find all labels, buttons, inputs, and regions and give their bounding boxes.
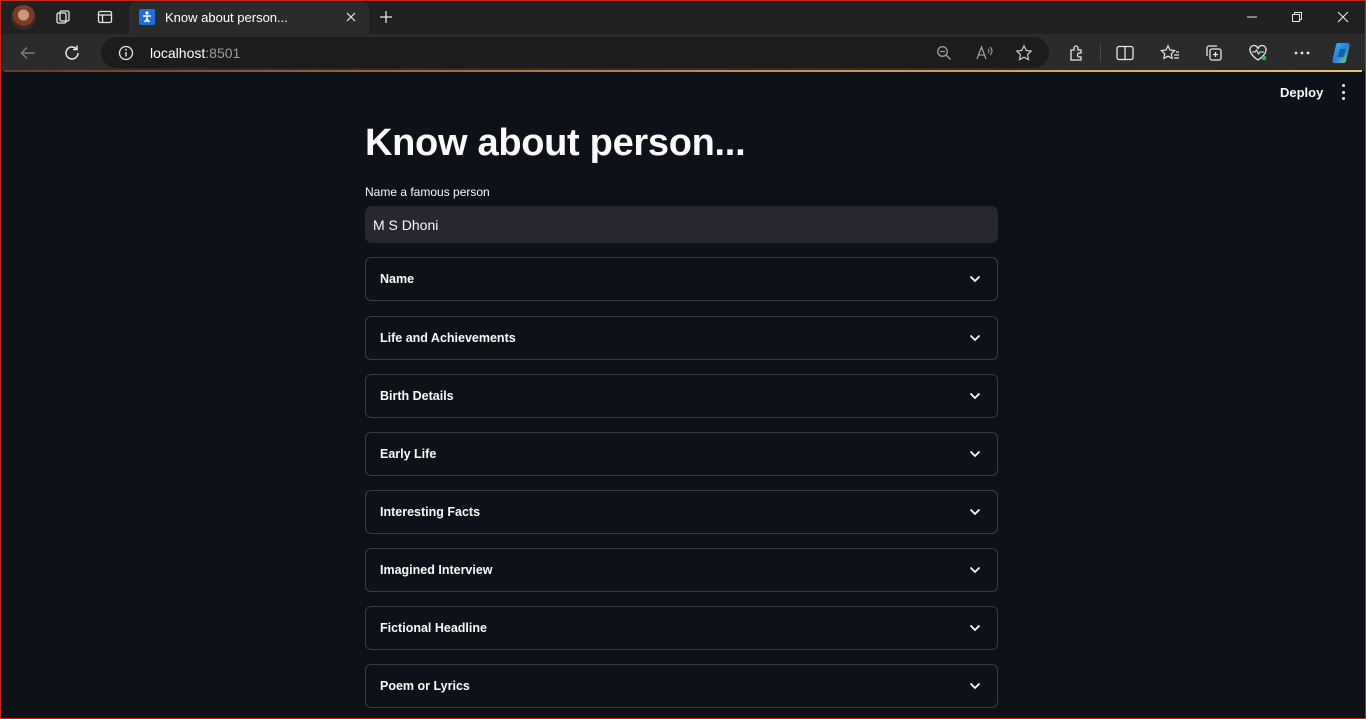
expander-label: Life and Achievements	[380, 331, 516, 345]
chevron-down-icon	[967, 562, 983, 578]
streamlit-favicon-icon	[139, 9, 155, 25]
browser-essentials-icon[interactable]	[1245, 40, 1271, 66]
profile-avatar[interactable]	[11, 5, 36, 30]
copilot-icon[interactable]	[1330, 40, 1356, 66]
expander-early-life[interactable]: Early Life	[365, 432, 998, 476]
address-bar[interactable]: localhost:8501	[101, 37, 1049, 68]
page-title: Know about person...	[365, 122, 746, 164]
tab-actions-icon[interactable]	[93, 6, 117, 28]
expander-label: Birth Details	[380, 389, 454, 403]
tab-strip: Know about person...	[1, 1, 1365, 34]
expander-fictional-headline[interactable]: Fictional Headline	[365, 606, 998, 650]
chevron-down-icon	[967, 388, 983, 404]
expander-imagined-interview[interactable]: Imagined Interview	[365, 548, 998, 592]
toolbar-separator	[1100, 44, 1101, 62]
expander-label: Poem or Lyrics	[380, 679, 470, 693]
new-tab-icon[interactable]	[374, 6, 398, 28]
more-icon[interactable]	[1289, 40, 1315, 66]
chevron-down-icon	[967, 504, 983, 520]
expander-label: Name	[380, 272, 415, 286]
close-tab-icon[interactable]	[341, 7, 361, 27]
info-icon[interactable]	[113, 40, 139, 66]
expander-poem-or-lyrics[interactable]: Poem or Lyrics	[365, 664, 998, 708]
chevron-down-icon	[967, 330, 983, 346]
favorites-icon[interactable]	[1157, 40, 1183, 66]
collections-icon[interactable]	[1201, 40, 1227, 66]
expander-life-and-achievements[interactable]: Life and Achievements	[365, 316, 998, 360]
workspaces-icon[interactable]	[51, 6, 75, 28]
zoom-out-icon[interactable]	[931, 40, 957, 66]
extensions-icon[interactable]	[1064, 40, 1090, 66]
chevron-down-icon	[967, 446, 983, 462]
app-content: Deploy Know about person... Name a famou…	[4, 72, 1362, 718]
person-input-label: Name a famous person	[365, 185, 490, 199]
expander-birth-details[interactable]: Birth Details	[365, 374, 998, 418]
browser-window: Know about person... localhost:8501 Depl…	[0, 0, 1366, 719]
close-window-icon[interactable]	[1320, 1, 1365, 33]
read-aloud-icon[interactable]	[972, 40, 998, 66]
expander-name[interactable]: Name	[365, 257, 998, 301]
chevron-down-icon	[967, 271, 983, 287]
chevron-down-icon	[967, 620, 983, 636]
tab-title: Know about person...	[165, 10, 288, 25]
expander-label: Early Life	[380, 447, 437, 461]
main-menu-icon[interactable]	[1336, 84, 1350, 100]
browser-toolbar: localhost:8501	[1, 34, 1365, 71]
expander-label: Interesting Facts	[380, 505, 481, 519]
minimize-icon[interactable]	[1229, 1, 1275, 33]
restore-icon[interactable]	[1274, 1, 1320, 33]
expander-label: Imagined Interview	[380, 563, 493, 577]
split-screen-icon[interactable]	[1112, 40, 1138, 66]
url-text[interactable]: localhost:8501	[150, 45, 240, 61]
refresh-icon[interactable]	[59, 40, 85, 66]
active-tab[interactable]: Know about person...	[129, 1, 369, 34]
deploy-button[interactable]: Deploy	[1274, 83, 1329, 102]
person-input[interactable]	[365, 206, 998, 243]
expander-interesting-facts[interactable]: Interesting Facts	[365, 490, 998, 534]
favorite-star-icon[interactable]	[1011, 40, 1037, 66]
chevron-down-icon	[967, 678, 983, 694]
back-icon[interactable]	[15, 40, 41, 66]
expander-label: Fictional Headline	[380, 621, 487, 635]
